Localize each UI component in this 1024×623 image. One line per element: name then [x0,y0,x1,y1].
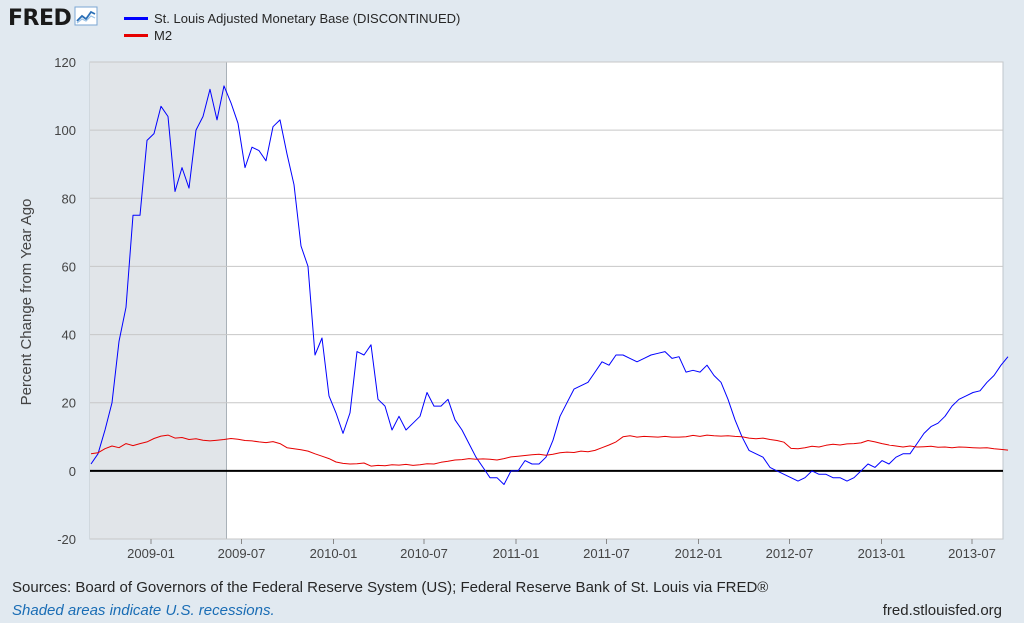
trend-line-icon [74,6,98,31]
y-tick-label: 120 [54,55,76,70]
x-tick-label: 2013-01 [858,546,906,561]
x-tick-label: 2009-01 [127,546,175,561]
x-tick-label: 2013-07 [948,546,996,561]
y-tick-label: 60 [62,259,76,274]
y-tick-label: -20 [57,532,76,547]
x-tick-label: 2010-07 [400,546,448,561]
y-axis-label: Percent Change from Year Ago [18,199,35,406]
line-chart: -20 0 20 40 60 80 100 120 2009-01 2009-07 2010-01… [18,55,1009,561]
x-tick-label: 2012-07 [766,546,814,561]
legend-label-monetary-base: St. Louis Adjusted Monetary Base (DISCON… [154,11,461,26]
recession-note: Shaded areas indicate U.S. recessions. [12,602,275,619]
y-tick-label: 40 [62,328,76,343]
legend-item: M2 [124,27,460,44]
y-tick-label: 80 [62,191,76,206]
legend-swatch-monetary-base [124,17,148,20]
legend-item: St. Louis Adjusted Monetary Base (DISCON… [124,10,460,27]
fred-logo[interactable]: FRED [8,6,98,31]
x-tick-label: 2010-01 [310,546,358,561]
sources-text: Sources: Board of Governors of the Feder… [12,579,769,596]
legend-swatch-m2 [124,34,148,37]
y-tick-label: 0 [69,464,76,479]
y-tick-label: 20 [62,396,76,411]
chart-legend: St. Louis Adjusted Monetary Base (DISCON… [124,10,460,44]
x-tick-label: 2012-01 [675,546,723,561]
x-tick-label: 2011-07 [583,546,630,561]
y-tick-label: 100 [54,123,76,138]
x-tick-label: 2009-07 [218,546,266,561]
legend-label-m2: M2 [154,28,173,43]
fred-url-link[interactable]: fred.stlouisfed.org [883,602,1002,619]
fred-logo-text: FRED [8,6,72,31]
recession-shade [90,62,227,539]
x-tick-label: 2011-01 [493,546,540,561]
